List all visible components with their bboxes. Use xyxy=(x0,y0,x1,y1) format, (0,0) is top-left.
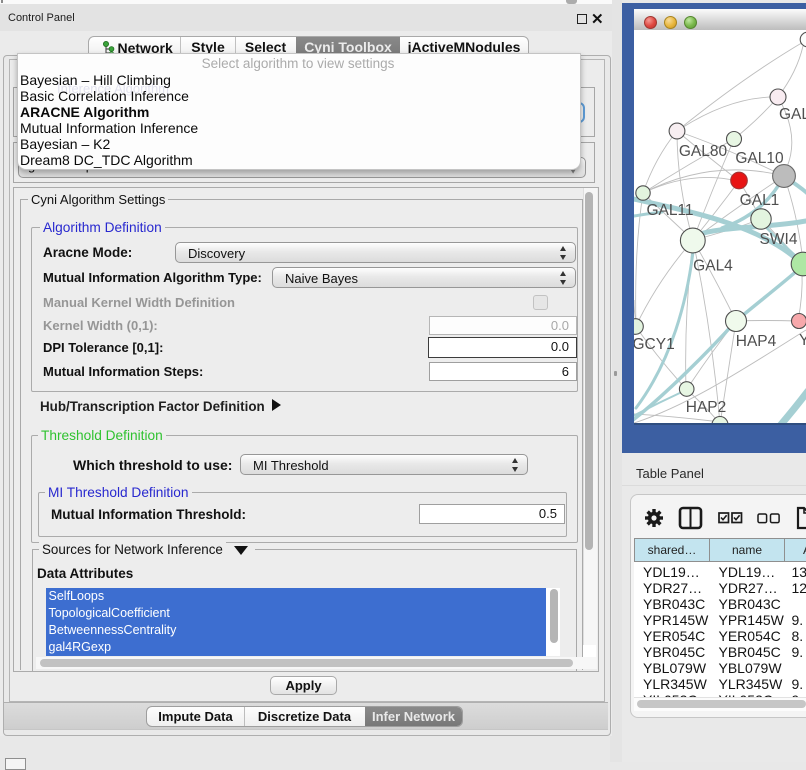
svg-text:HAP4: HAP4 xyxy=(736,333,777,350)
svg-text:GAL80: GAL80 xyxy=(679,143,728,160)
svg-text:HAP2: HAP2 xyxy=(686,399,727,416)
svg-text:GAL7: GAL7 xyxy=(779,106,806,123)
svg-text:GAL4: GAL4 xyxy=(693,258,733,275)
svg-text:GAL11: GAL11 xyxy=(646,202,693,219)
svg-text:GCY1: GCY1 xyxy=(634,336,675,353)
svg-text:GAL10: GAL10 xyxy=(735,150,784,167)
svg-text:GAL1: GAL1 xyxy=(740,192,780,209)
svg-text:YM: YM xyxy=(799,332,806,349)
svg-text:SWI4: SWI4 xyxy=(760,231,798,248)
